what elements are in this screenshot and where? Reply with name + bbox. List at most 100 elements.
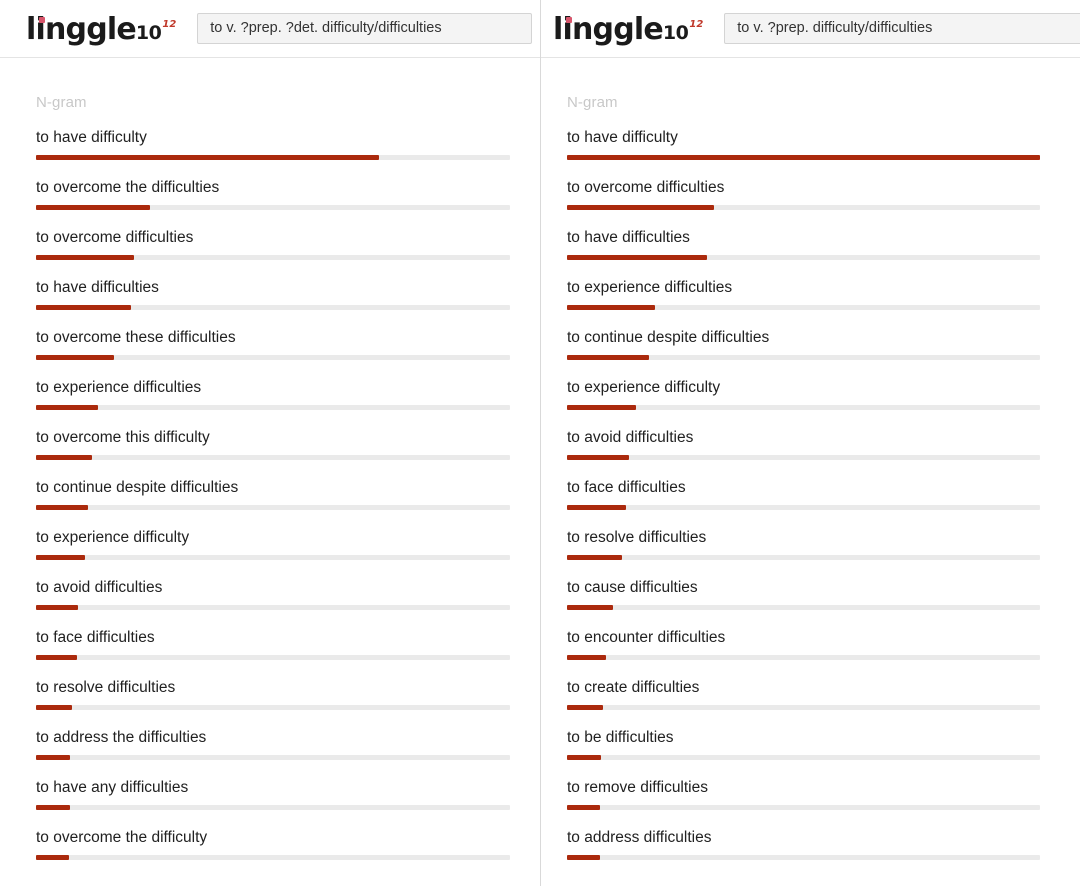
frequency-track bbox=[567, 555, 1040, 560]
ngram-label: to experience difficulty bbox=[36, 529, 190, 546]
frequency-track bbox=[567, 855, 1040, 860]
ngram-row[interactable]: to resolve difficulties bbox=[541, 527, 1080, 577]
ngram-label: to overcome these difficulties bbox=[36, 329, 236, 346]
ngram-label: to avoid difficulties bbox=[567, 429, 694, 446]
frequency-track bbox=[36, 755, 510, 760]
frequency-bar bbox=[567, 605, 613, 610]
ngram-row[interactable]: to overcome difficulties bbox=[0, 227, 540, 277]
frequency-track bbox=[567, 305, 1040, 310]
frequency-bar bbox=[567, 705, 603, 710]
linggle-logo-right[interactable]: linggle1012 bbox=[553, 13, 703, 45]
ngram-row[interactable]: to have any difficulties bbox=[0, 777, 540, 827]
ngram-label: to continue despite difficulties bbox=[36, 479, 239, 496]
frequency-track bbox=[567, 205, 1040, 210]
frequency-bar bbox=[36, 755, 71, 760]
frequency-track bbox=[567, 455, 1040, 460]
linggle-logo-left[interactable]: linggle1012 bbox=[26, 13, 176, 45]
frequency-track bbox=[36, 505, 510, 510]
ngram-row[interactable]: to continue despite difficulties bbox=[0, 477, 540, 527]
frequency-bar bbox=[36, 555, 86, 560]
ngram-label: to address difficulties bbox=[567, 829, 712, 846]
ngram-row[interactable]: to overcome this difficulty bbox=[0, 427, 540, 477]
frequency-track bbox=[567, 805, 1040, 810]
ngram-label: to have difficulties bbox=[567, 229, 690, 246]
ngram-label: to remove difficulties bbox=[567, 779, 708, 796]
ngram-row[interactable]: to overcome difficulties bbox=[541, 177, 1080, 227]
frequency-track bbox=[36, 655, 510, 660]
ngram-row[interactable]: to overcome the difficulties bbox=[0, 177, 540, 227]
logo-base-number: 10 bbox=[135, 21, 162, 44]
ngram-label: to overcome the difficulty bbox=[36, 829, 208, 846]
ngram-label: to be difficulties bbox=[567, 729, 674, 746]
ngram-row[interactable]: to avoid difficulties bbox=[0, 577, 540, 627]
ngram-row[interactable]: to have difficulty bbox=[541, 127, 1080, 177]
ngram-row[interactable]: to overcome the difficulty bbox=[0, 827, 540, 877]
result-panel-left: linggle1012 to v. ?prep. ?det. difficult… bbox=[0, 0, 540, 886]
ngram-row[interactable]: to experience difficulty bbox=[0, 527, 540, 577]
frequency-track bbox=[36, 255, 510, 260]
column-header-ngram-left: N-gram bbox=[36, 94, 87, 111]
ngram-row[interactable]: to have difficulties bbox=[541, 227, 1080, 277]
frequency-bar bbox=[567, 755, 602, 760]
ngram-row[interactable]: to encounter difficulties bbox=[541, 627, 1080, 677]
frequency-bar bbox=[36, 255, 135, 260]
ngram-row[interactable]: to continue despite difficulties bbox=[541, 327, 1080, 377]
ngram-label: to face difficulties bbox=[567, 479, 686, 496]
ngram-label: to overcome difficulties bbox=[567, 179, 725, 196]
frequency-bar bbox=[567, 655, 607, 660]
frequency-track bbox=[36, 555, 510, 560]
frequency-track bbox=[567, 755, 1040, 760]
ngram-row[interactable]: to have difficulty bbox=[0, 127, 540, 177]
ngram-row[interactable]: to face difficulties bbox=[0, 627, 540, 677]
frequency-track bbox=[567, 655, 1040, 660]
frequency-bar bbox=[567, 805, 600, 810]
ngram-row[interactable]: to address the difficulties bbox=[0, 727, 540, 777]
frequency-track bbox=[36, 855, 510, 860]
ngram-row[interactable]: to experience difficulties bbox=[0, 377, 540, 427]
ngram-row[interactable]: to create difficulties bbox=[541, 677, 1080, 727]
ngram-row[interactable]: to address difficulties bbox=[541, 827, 1080, 877]
ngram-label: to avoid difficulties bbox=[36, 579, 163, 596]
frequency-bar bbox=[567, 205, 714, 210]
ngram-label: to have difficulties bbox=[36, 279, 159, 296]
frequency-bar bbox=[36, 705, 72, 710]
ngram-row[interactable]: to experience difficulties bbox=[541, 277, 1080, 327]
ngram-row[interactable]: to resolve difficulties bbox=[0, 677, 540, 727]
frequency-bar bbox=[567, 255, 708, 260]
frequency-bar bbox=[36, 605, 79, 610]
frequency-bar bbox=[567, 855, 600, 860]
frequency-bar bbox=[36, 505, 89, 510]
ngram-label: to encounter difficulties bbox=[567, 629, 726, 646]
ngram-row[interactable]: to remove difficulties bbox=[541, 777, 1080, 827]
search-input-right[interactable]: to v. ?prep. difficulty/difficulties bbox=[724, 13, 1080, 44]
ngram-row[interactable]: to experience difficulty bbox=[541, 377, 1080, 427]
search-input-left[interactable]: to v. ?prep. ?det. difficulty/difficulti… bbox=[197, 13, 532, 44]
ngram-label: to address the difficulties bbox=[36, 729, 207, 746]
ngram-row[interactable]: to have difficulties bbox=[0, 277, 540, 327]
ngram-row[interactable]: to avoid difficulties bbox=[541, 427, 1080, 477]
logo-i-dot-icon bbox=[39, 16, 45, 23]
frequency-track bbox=[36, 355, 510, 360]
frequency-bar bbox=[567, 305, 656, 310]
frequency-bar bbox=[567, 455, 629, 460]
frequency-track bbox=[36, 305, 510, 310]
ngram-label: to create difficulties bbox=[567, 679, 700, 696]
ngram-label: to experience difficulties bbox=[567, 279, 733, 296]
frequency-track bbox=[36, 405, 510, 410]
ngram-row[interactable]: to cause difficulties bbox=[541, 577, 1080, 627]
ngram-label: to have difficulty bbox=[567, 129, 678, 146]
ngram-row[interactable]: to be difficulties bbox=[541, 727, 1080, 777]
app-screen: linggle1012 to v. ?prep. ?det. difficult… bbox=[0, 0, 1080, 886]
ngram-list-left: to have difficulty to overcome the diffic… bbox=[0, 127, 540, 877]
ngram-row[interactable]: to overcome these difficulties bbox=[0, 327, 540, 377]
ngram-label: to resolve difficulties bbox=[567, 529, 707, 546]
frequency-bar bbox=[36, 155, 380, 160]
results-right: N-gram to have difficulty to overcome dif… bbox=[541, 58, 1080, 877]
frequency-bar bbox=[567, 155, 1040, 160]
frequency-bar bbox=[36, 855, 69, 860]
logo-base-number: 10 bbox=[662, 21, 689, 44]
frequency-track bbox=[36, 155, 510, 160]
ngram-row[interactable]: to face difficulties bbox=[541, 477, 1080, 527]
panel-header-right: linggle1012 to v. ?prep. difficulty/diff… bbox=[541, 0, 1080, 58]
frequency-bar bbox=[36, 405, 99, 410]
